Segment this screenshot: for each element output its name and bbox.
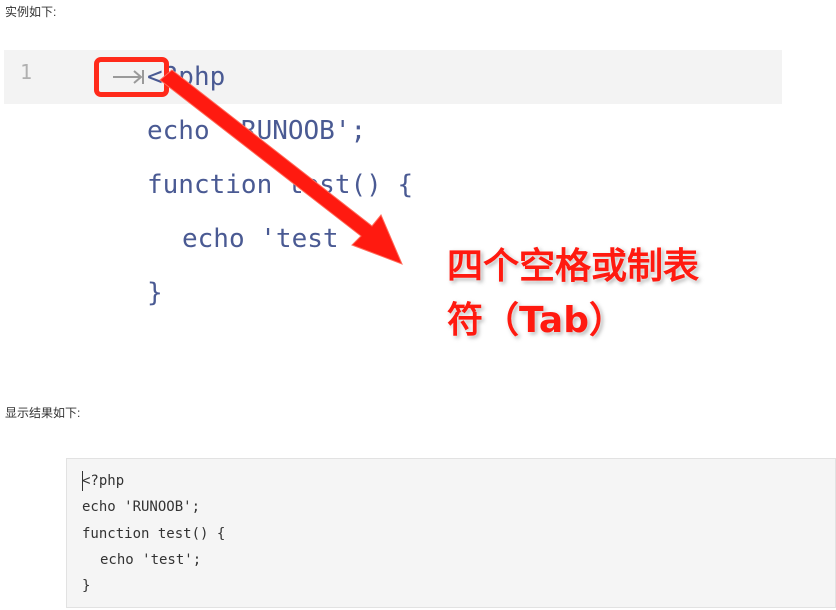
code-line: echo 'test [182, 224, 339, 254]
code-line: function test() { [147, 170, 414, 200]
annotation-line: 符（Tab） [447, 300, 625, 341]
line-number: 1 [20, 60, 33, 84]
annotation-line: 四个空格或制表 [447, 246, 700, 287]
annotation-label: 四个空格或制表 符（Tab） [447, 240, 767, 348]
code-line: } [147, 278, 163, 308]
example-caption: 实例如下: [5, 5, 57, 19]
result-line: } [82, 578, 91, 594]
result-line: echo 'test'; [100, 552, 202, 568]
result-line: function test() { [82, 526, 226, 542]
result-line: <?php [82, 473, 125, 489]
code-line: echo 'RUNOOB'; [147, 116, 367, 146]
result-code-block: <?php echo 'RUNOOB'; function test() { e… [66, 458, 836, 608]
result-line: echo 'RUNOOB'; [82, 499, 201, 515]
result-caption: 显示结果如下: [5, 406, 81, 420]
tab-highlight-box [94, 57, 169, 97]
